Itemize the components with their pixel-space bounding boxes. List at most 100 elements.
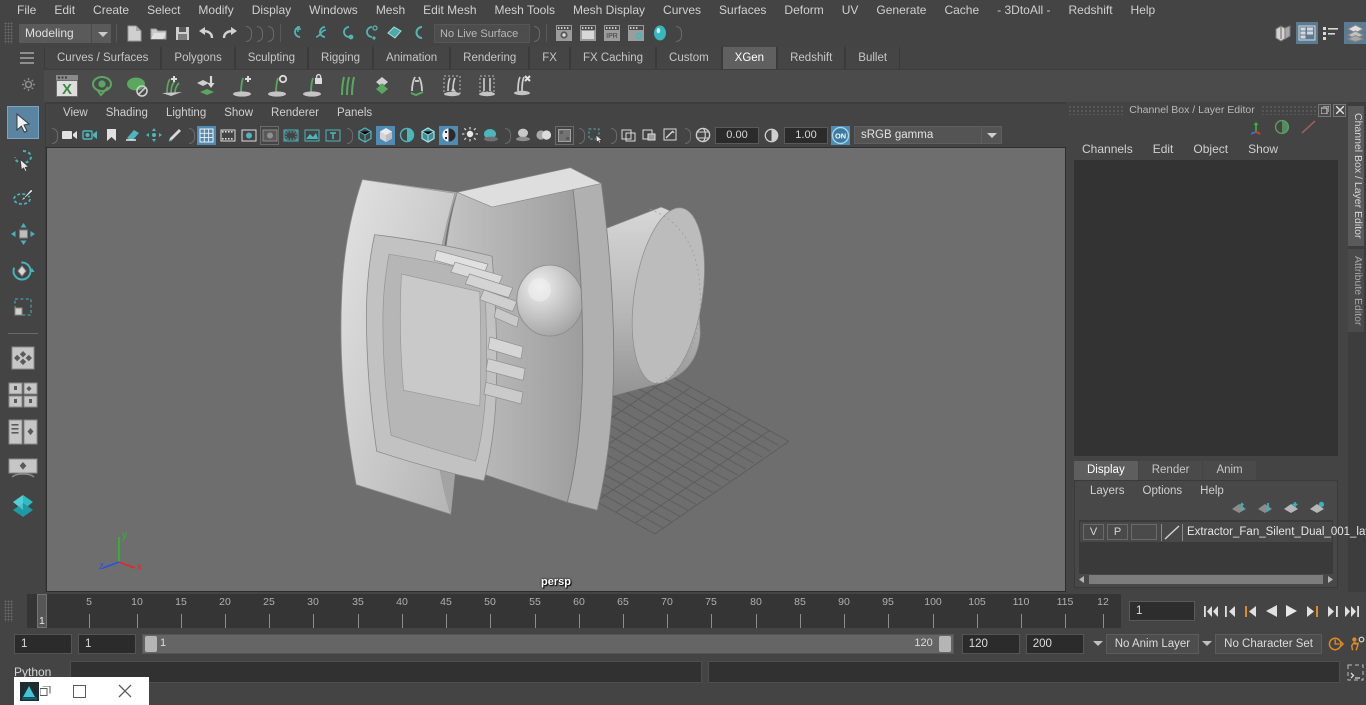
scale-tool[interactable] bbox=[7, 291, 39, 324]
command-input[interactable] bbox=[70, 661, 702, 683]
menu-deform[interactable]: Deform bbox=[775, 0, 832, 20]
play-backwards-icon[interactable] bbox=[1263, 601, 1280, 621]
preview-hidden-icon[interactable] bbox=[120, 70, 154, 102]
animation-preferences-icon[interactable] bbox=[1349, 634, 1366, 654]
gamma-value-field[interactable]: 1.00 bbox=[784, 126, 828, 144]
anim-layer-chevron-down-icon[interactable] bbox=[1090, 634, 1106, 654]
shelf-tab-curves-surfaces[interactable]: Curves / Surfaces bbox=[44, 47, 162, 69]
viewport-menu-panels[interactable]: Panels bbox=[328, 104, 381, 123]
multisample-icon[interactable] bbox=[555, 125, 574, 145]
hypershade-layout[interactable] bbox=[7, 489, 39, 522]
layer-name[interactable]: Extractor_Fan_Silent_Dual_001_layer bbox=[1183, 526, 1366, 538]
layer-tab-anim[interactable]: Anim bbox=[1203, 461, 1256, 480]
character-set-combo[interactable]: No Character Set bbox=[1215, 634, 1322, 654]
select-tool[interactable] bbox=[6, 106, 39, 139]
manipulator-axis-icon[interactable] bbox=[1248, 119, 1264, 138]
viewport-menu-shading[interactable]: Shading bbox=[97, 104, 157, 123]
range-slider-bar[interactable]: 1 120 bbox=[142, 634, 954, 654]
maya-app-icon[interactable] bbox=[14, 677, 56, 705]
create-layer-from-selection-icon[interactable] bbox=[1309, 501, 1325, 517]
xray-icon[interactable] bbox=[619, 126, 638, 145]
layer-playback-toggle[interactable]: P bbox=[1107, 524, 1128, 540]
live-surface-field[interactable]: No Live Surface bbox=[434, 23, 530, 43]
layer-color-swatch[interactable] bbox=[1161, 523, 1183, 541]
shelf-tab-rigging[interactable]: Rigging bbox=[308, 47, 374, 69]
layer-tab-display[interactable]: Display bbox=[1074, 461, 1138, 480]
scrollbar-thumb[interactable] bbox=[1089, 575, 1323, 584]
panel-grip-left[interactable] bbox=[1068, 105, 1124, 115]
gate-mask-icon[interactable] bbox=[260, 125, 279, 145]
smooth-shade-all-icon[interactable] bbox=[376, 125, 395, 145]
speed-gauge-icon[interactable] bbox=[1274, 119, 1290, 138]
scroll-right-icon[interactable] bbox=[1326, 575, 1335, 584]
layer-tab-render[interactable]: Render bbox=[1138, 461, 1203, 480]
menu-create[interactable]: Create bbox=[84, 0, 138, 20]
shadows-icon[interactable] bbox=[481, 126, 500, 145]
shelf-tab-fx-caching[interactable]: FX Caching bbox=[569, 47, 657, 69]
menu-uv[interactable]: UV bbox=[833, 0, 868, 20]
menu-redshift[interactable]: Redshift bbox=[1060, 0, 1122, 20]
channel-box-menu-edit[interactable]: Edit bbox=[1143, 142, 1184, 156]
color-management-toggle-icon[interactable]: ON bbox=[831, 125, 850, 145]
channel-box-menu-channels[interactable]: Channels bbox=[1072, 142, 1143, 156]
isolate-select-icon[interactable] bbox=[587, 126, 606, 145]
character-set-chevron-down-icon[interactable] bbox=[1199, 634, 1215, 654]
resolution-gate-icon[interactable] bbox=[239, 126, 258, 145]
gear-icon[interactable] bbox=[22, 78, 35, 91]
grease-pencil-icon[interactable] bbox=[165, 126, 184, 145]
menu-file[interactable]: File bbox=[8, 0, 45, 20]
gamma-control-icon[interactable] bbox=[762, 126, 781, 145]
ambient-occlusion-icon[interactable] bbox=[513, 126, 532, 145]
color-space-field[interactable]: sRGB gamma bbox=[854, 126, 982, 144]
paint-select-tool[interactable] bbox=[7, 180, 39, 213]
current-frame-field[interactable]: 1 bbox=[1129, 601, 1195, 621]
open-scene-icon[interactable] bbox=[147, 22, 169, 44]
menu-mesh[interactable]: Mesh bbox=[367, 0, 414, 20]
shelf-tab-animation[interactable]: Animation bbox=[373, 47, 451, 69]
rotate-tool[interactable] bbox=[7, 254, 39, 287]
add-description-icon[interactable] bbox=[225, 70, 259, 102]
layer-visibility-toggle[interactable]: V bbox=[1083, 524, 1104, 540]
layer-row[interactable]: V P Extractor_Fan_Silent_Dual_001_layer bbox=[1080, 522, 1366, 542]
new-scene-icon[interactable] bbox=[123, 22, 145, 44]
range-end-handle[interactable] bbox=[938, 636, 951, 652]
shelf-tab-custom[interactable]: Custom bbox=[656, 47, 722, 69]
anim-end-time-field[interactable]: 200 bbox=[1025, 634, 1084, 654]
motion-blur-icon[interactable] bbox=[534, 126, 553, 145]
layout-single-perspective[interactable] bbox=[7, 452, 39, 485]
panel-grip-right[interactable] bbox=[1260, 105, 1316, 115]
channel-box-menu-object[interactable]: Object bbox=[1183, 142, 1238, 156]
snap-to-view-plane-icon[interactable] bbox=[383, 22, 405, 44]
last-tool-used[interactable] bbox=[7, 341, 39, 374]
tool-settings-icon[interactable] bbox=[1320, 22, 1342, 44]
redo-render-icon[interactable] bbox=[577, 22, 599, 44]
export-patches-icon[interactable] bbox=[190, 70, 224, 102]
menu-edit-mesh[interactable]: Edit Mesh bbox=[414, 0, 485, 20]
film-gate-icon[interactable] bbox=[218, 126, 237, 145]
preview-description-icon[interactable] bbox=[260, 70, 294, 102]
lasso-select-tool[interactable] bbox=[7, 143, 39, 176]
wireframe-icon[interactable] bbox=[355, 126, 374, 145]
undock-icon[interactable] bbox=[1318, 103, 1331, 117]
play-forwards-icon[interactable] bbox=[1283, 601, 1300, 621]
menu-select[interactable]: Select bbox=[138, 0, 189, 20]
side-tab-attribute-editor[interactable]: Attribute Editor bbox=[1348, 248, 1364, 332]
layer-menu-layers[interactable]: Layers bbox=[1081, 485, 1134, 497]
menu-cache[interactable]: Cache bbox=[935, 0, 988, 20]
select-camera-icon[interactable] bbox=[60, 126, 79, 145]
save-scene-icon[interactable] bbox=[171, 22, 193, 44]
create-new-layer-icon[interactable] bbox=[1283, 501, 1299, 517]
channel-box-content[interactable] bbox=[1074, 160, 1338, 456]
viewport-menu-show[interactable]: Show bbox=[215, 104, 262, 123]
shelf-tab-redshift[interactable]: Redshift bbox=[777, 47, 846, 69]
render-settings-icon[interactable] bbox=[625, 22, 647, 44]
menu-mesh-tools[interactable]: Mesh Tools bbox=[486, 0, 564, 20]
grid-toggle-icon[interactable] bbox=[197, 125, 216, 145]
channel-box-menu-show[interactable]: Show bbox=[1238, 142, 1288, 156]
range-end-time-field[interactable]: 120 bbox=[961, 634, 1020, 654]
snap-to-point-icon[interactable] bbox=[335, 22, 357, 44]
menu-windows[interactable]: Windows bbox=[300, 0, 367, 20]
step-back-keyframe-icon[interactable] bbox=[1223, 601, 1240, 621]
viewport-menu-renderer[interactable]: Renderer bbox=[262, 104, 328, 123]
shelf-tab-polygons[interactable]: Polygons bbox=[161, 47, 235, 69]
